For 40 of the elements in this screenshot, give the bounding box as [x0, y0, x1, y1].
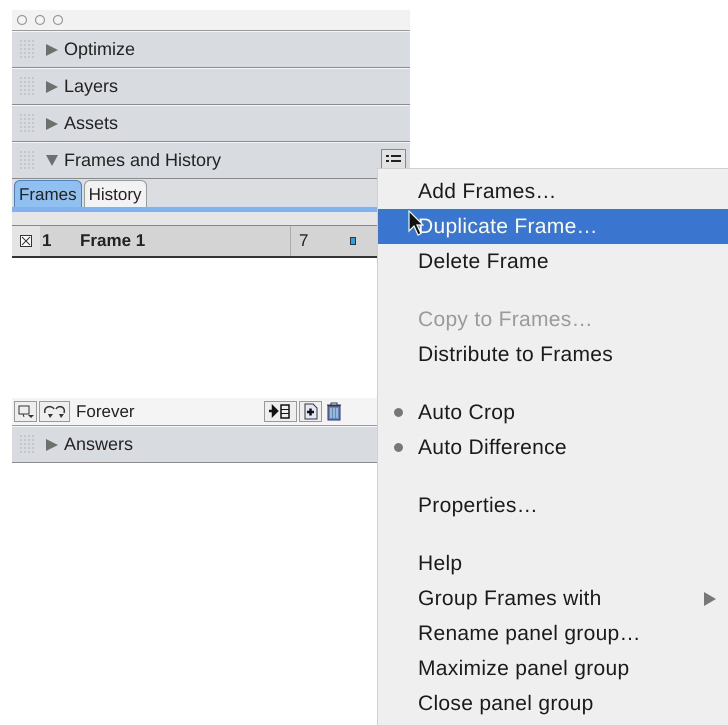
- expanded-triangle-icon[interactable]: [46, 155, 58, 166]
- frame-number: 1: [41, 230, 52, 252]
- menu-item[interactable]: Maximize panel group: [378, 651, 728, 686]
- add-frame-icon[interactable]: [299, 401, 322, 422]
- menu-item: Copy to Frames…: [417, 306, 594, 333]
- menu-item[interactable]: Properties…: [378, 488, 728, 523]
- menu-item[interactable]: Group Frames with: [378, 581, 728, 616]
- window-button[interactable]: [16, 14, 28, 26]
- submenu-arrow-icon: [704, 592, 716, 606]
- window-button[interactable]: [52, 14, 64, 26]
- tab[interactable]: Frames: [14, 180, 82, 207]
- menu-item[interactable]: Duplicate Frame…: [378, 209, 728, 244]
- window-button[interactable]: [34, 14, 46, 26]
- onion-skin-icon[interactable]: [14, 401, 37, 422]
- menu-item[interactable]: Rename panel group…: [378, 616, 728, 651]
- collapsed-triangle-icon[interactable]: [46, 44, 58, 56]
- frame-marker: [350, 237, 356, 245]
- tab[interactable]: History: [84, 180, 147, 207]
- collapsed-triangle-icon[interactable]: [46, 118, 58, 130]
- panel-header[interactable]: Optimize: [12, 31, 410, 68]
- panel-header[interactable]: Layers: [12, 68, 410, 105]
- collapsed-triangle-icon[interactable]: [46, 80, 58, 92]
- panel-title: Layers: [64, 75, 118, 98]
- menu-item[interactable]: Distribute to Frames: [378, 337, 728, 372]
- panel-header[interactable]: Assets: [12, 105, 410, 142]
- collapsed-triangle-icon[interactable]: [46, 438, 58, 450]
- menu-item[interactable]: Delete Frame: [378, 244, 728, 279]
- options-menu-icon[interactable]: [381, 149, 406, 169]
- trash-icon[interactable]: [324, 401, 344, 422]
- menu-item[interactable]: Help: [378, 546, 728, 581]
- panel-title: Optimize: [64, 38, 136, 61]
- distribute-icon[interactable]: [264, 401, 297, 422]
- frame-toggle-icon[interactable]: [20, 235, 32, 247]
- panel-header[interactable]: Frames and History: [12, 142, 410, 179]
- panel-title: Answers: [64, 433, 134, 456]
- menu-item[interactable]: Close panel group: [378, 686, 728, 721]
- panel-title: Assets: [64, 112, 118, 135]
- frame-name[interactable]: Frame 1: [80, 228, 290, 254]
- panel-title: Frames and History: [64, 149, 222, 172]
- loop-icon[interactable]: [39, 401, 70, 422]
